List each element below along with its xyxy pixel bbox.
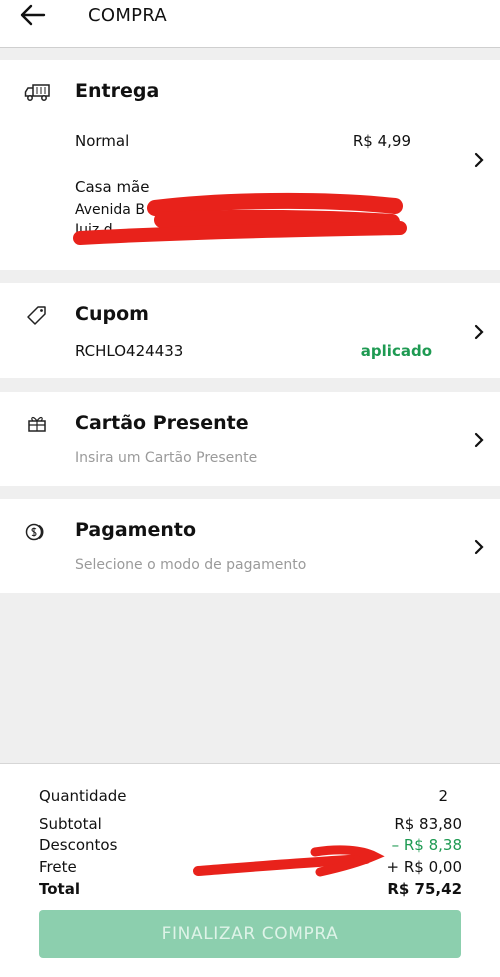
shipping-value: + R$ 0,00 — [386, 858, 462, 876]
order-summary: Quantidade 2 Subtotal R$ 83,80 Descontos… — [0, 763, 500, 977]
chevron-right-icon[interactable] — [472, 324, 486, 340]
finalize-purchase-button[interactable]: FINALIZAR COMPRA — [39, 910, 461, 958]
total-label: Total — [39, 880, 80, 898]
coupon-code: RCHLO424433 — [75, 342, 184, 360]
delivery-price: R$ 4,99 — [352, 132, 411, 150]
delivery-section[interactable]: Entrega Normal R$ 4,99 Casa mãe Avenida … — [0, 60, 500, 270]
delivery-truck-icon — [24, 80, 52, 104]
total-row: Total R$ 75,42 — [39, 880, 462, 898]
coupon-title: Cupom — [75, 303, 149, 325]
payment-hint: Selecione o modo de pagamento — [75, 557, 307, 573]
gift-card-title: Cartão Presente — [75, 412, 249, 434]
chevron-right-icon[interactable] — [472, 539, 486, 555]
chevron-right-icon[interactable] — [472, 432, 486, 448]
payment-section[interactable]: Pagamento Selecione o modo de pagamento — [0, 499, 500, 593]
subtotal-row: Subtotal R$ 83,80 — [39, 815, 462, 833]
coupon-section[interactable]: Cupom RCHLO424433 aplicado — [0, 283, 500, 378]
total-value: R$ 75,42 — [387, 880, 462, 898]
quantity-value: 2 — [438, 787, 448, 805]
coupon-status: aplicado — [360, 342, 432, 360]
shipping-label: Frete — [39, 858, 77, 876]
subtotal-value: R$ 83,80 — [394, 815, 462, 833]
gift-card-section[interactable]: Cartão Presente Insira um Cartão Present… — [0, 392, 500, 486]
coupon-tag-icon — [24, 303, 52, 327]
back-arrow-icon[interactable] — [18, 2, 48, 28]
address-redaction-scribble — [73, 192, 407, 245]
payment-title: Pagamento — [75, 519, 197, 541]
summary-redaction-scribble — [193, 845, 385, 877]
payment-coins-icon — [24, 520, 52, 544]
quantity-label: Quantidade — [39, 787, 127, 805]
app-header: COMPRA — [0, 0, 500, 48]
gift-icon — [24, 412, 52, 436]
quantity-row: Quantidade 2 — [39, 787, 462, 805]
page-title: COMPRA — [88, 5, 168, 26]
discount-label: Descontos — [39, 836, 118, 854]
delivery-title: Entrega — [75, 80, 160, 102]
gift-card-hint: Insira um Cartão Presente — [75, 450, 258, 466]
discount-value: – R$ 8,38 — [391, 836, 462, 854]
delivery-method: Normal — [75, 132, 130, 150]
subtotal-label: Subtotal — [39, 815, 102, 833]
chevron-right-icon[interactable] — [472, 152, 486, 168]
